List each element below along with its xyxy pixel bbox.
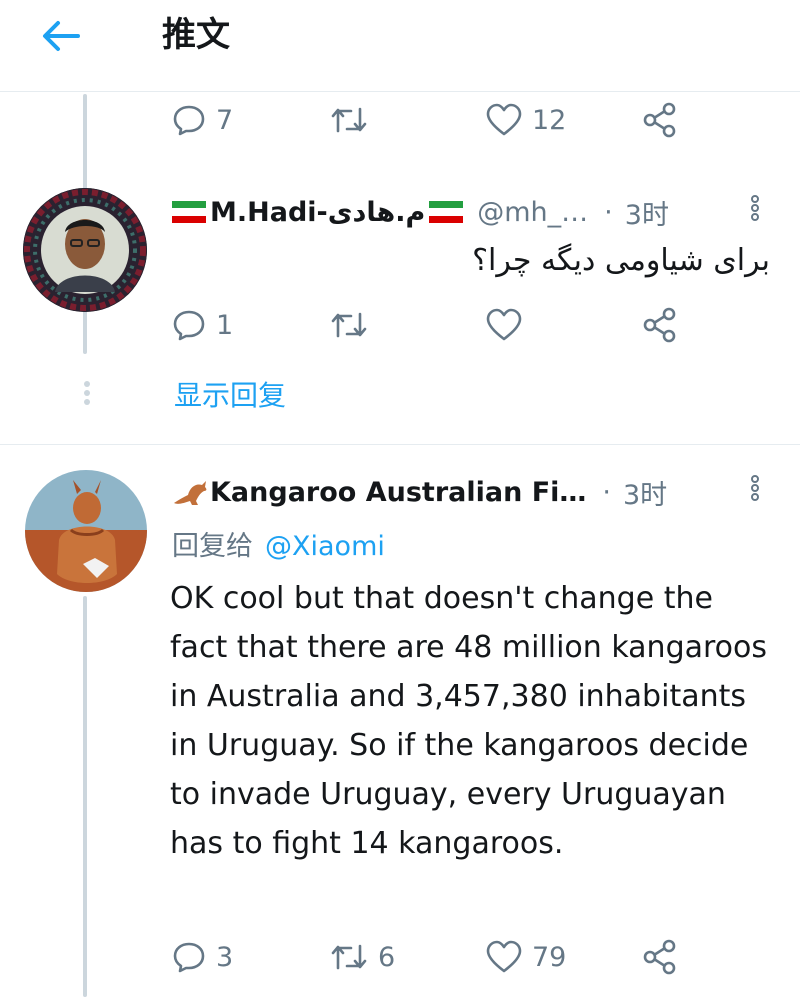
tweet-text: OK cool but that doesn't change the fact… xyxy=(170,581,768,861)
reply-count: 3 xyxy=(216,941,234,973)
reply-icon xyxy=(173,942,205,973)
share-icon xyxy=(643,939,676,975)
tweet-header: Kangaroo Australian Fi… · 3时 xyxy=(172,472,667,512)
reply-button[interactable]: 1 xyxy=(172,300,233,350)
heart-icon xyxy=(486,103,522,136)
share-button[interactable] xyxy=(642,95,678,145)
parent-tweet-actions: 7 12 xyxy=(172,95,692,145)
separator-dot: · xyxy=(604,196,613,228)
share-icon xyxy=(643,102,676,138)
thread-dots xyxy=(83,378,91,408)
iran-flag-icon xyxy=(172,201,206,223)
mention-link[interactable]: @Xiaomi xyxy=(265,531,385,562)
like-button[interactable]: 79 xyxy=(486,932,566,982)
replying-to: 回复给 @Xiaomi xyxy=(172,524,385,563)
user-handle[interactable]: @mh_… xyxy=(477,197,588,228)
retweet-button[interactable] xyxy=(330,95,378,145)
avatar[interactable] xyxy=(23,188,147,312)
top-bar: 推文 xyxy=(0,0,800,92)
retweet-icon xyxy=(331,312,367,338)
reply-count: 1 xyxy=(216,309,234,341)
retweet-button[interactable] xyxy=(330,300,378,350)
display-name[interactable]: Kangaroo Australian Fi… xyxy=(210,477,586,508)
iran-flag-icon xyxy=(429,201,464,223)
reply-icon xyxy=(173,105,205,136)
arrow-left-icon xyxy=(43,21,80,51)
kangaroo-icon xyxy=(174,481,207,505)
retweet-icon xyxy=(331,944,367,970)
back-button[interactable] xyxy=(38,16,86,56)
display-name[interactable]: M.Hadi-م.هادی xyxy=(210,197,425,228)
reply-button[interactable]: 7 xyxy=(172,95,233,145)
kangaroo-avatar-image xyxy=(25,470,147,592)
share-button[interactable] xyxy=(642,932,678,982)
retweet-icon xyxy=(331,107,367,133)
retweet-button[interactable]: 6 xyxy=(330,932,395,982)
tweet-text: برای شیاومی دیگه چرا؟ xyxy=(472,243,770,278)
more-dot-icon xyxy=(751,195,759,203)
more-dot-icon xyxy=(751,475,759,483)
reply-count: 7 xyxy=(216,104,234,136)
separator-dot: · xyxy=(602,476,611,508)
retweet-count: 6 xyxy=(378,941,396,973)
reply-icon xyxy=(173,310,205,341)
avatar[interactable] xyxy=(25,470,147,592)
like-button[interactable] xyxy=(486,300,532,350)
show-replies-link[interactable]: 显示回复 xyxy=(174,374,286,414)
reply-to-label: 回复给 xyxy=(172,531,253,562)
tweet-actions: 3 6 79 xyxy=(172,932,692,982)
timestamp[interactable]: 3时 xyxy=(623,473,667,512)
reply-button[interactable]: 3 xyxy=(172,932,233,982)
thread-connector xyxy=(83,596,87,997)
heart-icon xyxy=(486,940,522,973)
more-options-button[interactable] xyxy=(746,194,764,228)
page-title: 推文 xyxy=(162,15,230,55)
share-button[interactable] xyxy=(642,300,678,350)
like-button[interactable]: 12 xyxy=(486,95,566,145)
heart-icon xyxy=(486,308,522,341)
like-count: 79 xyxy=(532,941,567,973)
divider xyxy=(0,444,800,445)
share-icon xyxy=(643,307,676,343)
more-options-button[interactable] xyxy=(746,474,764,508)
tweet-header: M.Hadi-م.هادی @mh_… · 3时 xyxy=(172,192,669,232)
like-count: 12 xyxy=(532,104,567,136)
timestamp[interactable]: 3时 xyxy=(625,193,669,232)
tweet-actions: 1 xyxy=(172,300,692,350)
avatar-image xyxy=(23,188,147,312)
